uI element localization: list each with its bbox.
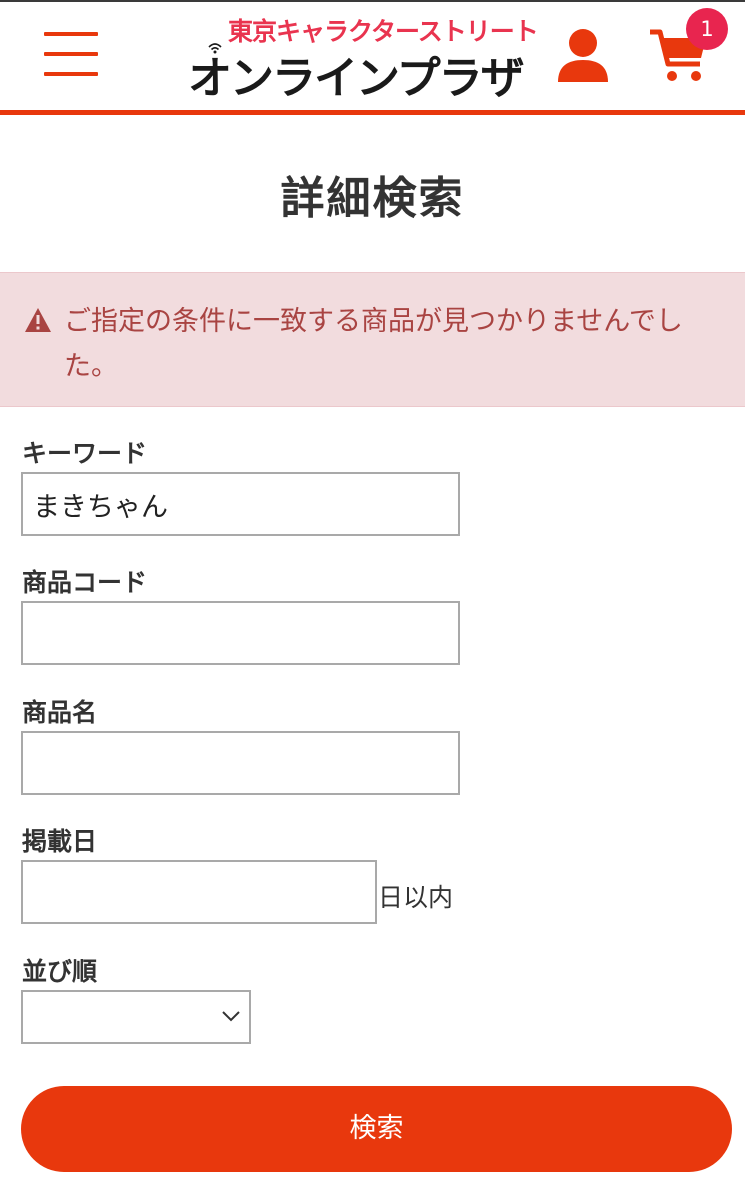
- product-code-label: 商品コード: [22, 568, 148, 597]
- cart-count-badge: 1: [686, 8, 728, 50]
- logo-bottom-text: オンラインプラザ: [188, 53, 525, 104]
- product-name-label: 商品名: [22, 698, 98, 727]
- site-header: 東京キャラクターストリート オンラインプラザ: [0, 0, 745, 110]
- posted-date-input[interactable]: [21, 860, 377, 924]
- page-title: 詳細検索: [280, 173, 465, 224]
- site-logo[interactable]: 東京キャラクターストリート オンラインプラザ: [188, 12, 539, 104]
- keyword-label: キーワード: [22, 439, 148, 468]
- header-divider: [0, 110, 745, 115]
- posted-date-suffix: 日以内: [378, 883, 454, 912]
- sort-label: 並び順: [22, 957, 98, 986]
- no-results-alert: ご指定の条件に一致する商品が見つかりませんでした。: [0, 272, 745, 407]
- hamburger-menu-icon[interactable]: [44, 30, 98, 80]
- chevron-down-icon: [222, 1011, 240, 1022]
- sort-select[interactable]: [21, 990, 251, 1044]
- keyword-input[interactable]: [21, 472, 460, 536]
- search-button[interactable]: 検索: [21, 1086, 732, 1172]
- warning-triangle-icon: [25, 308, 51, 332]
- product-name-input[interactable]: [21, 731, 460, 795]
- product-code-input[interactable]: [21, 601, 460, 665]
- user-icon[interactable]: [556, 28, 610, 84]
- alert-message: ご指定の条件に一致する商品が見つかりませんでした。: [64, 306, 683, 382]
- posted-date-label: 掲載日: [22, 827, 98, 856]
